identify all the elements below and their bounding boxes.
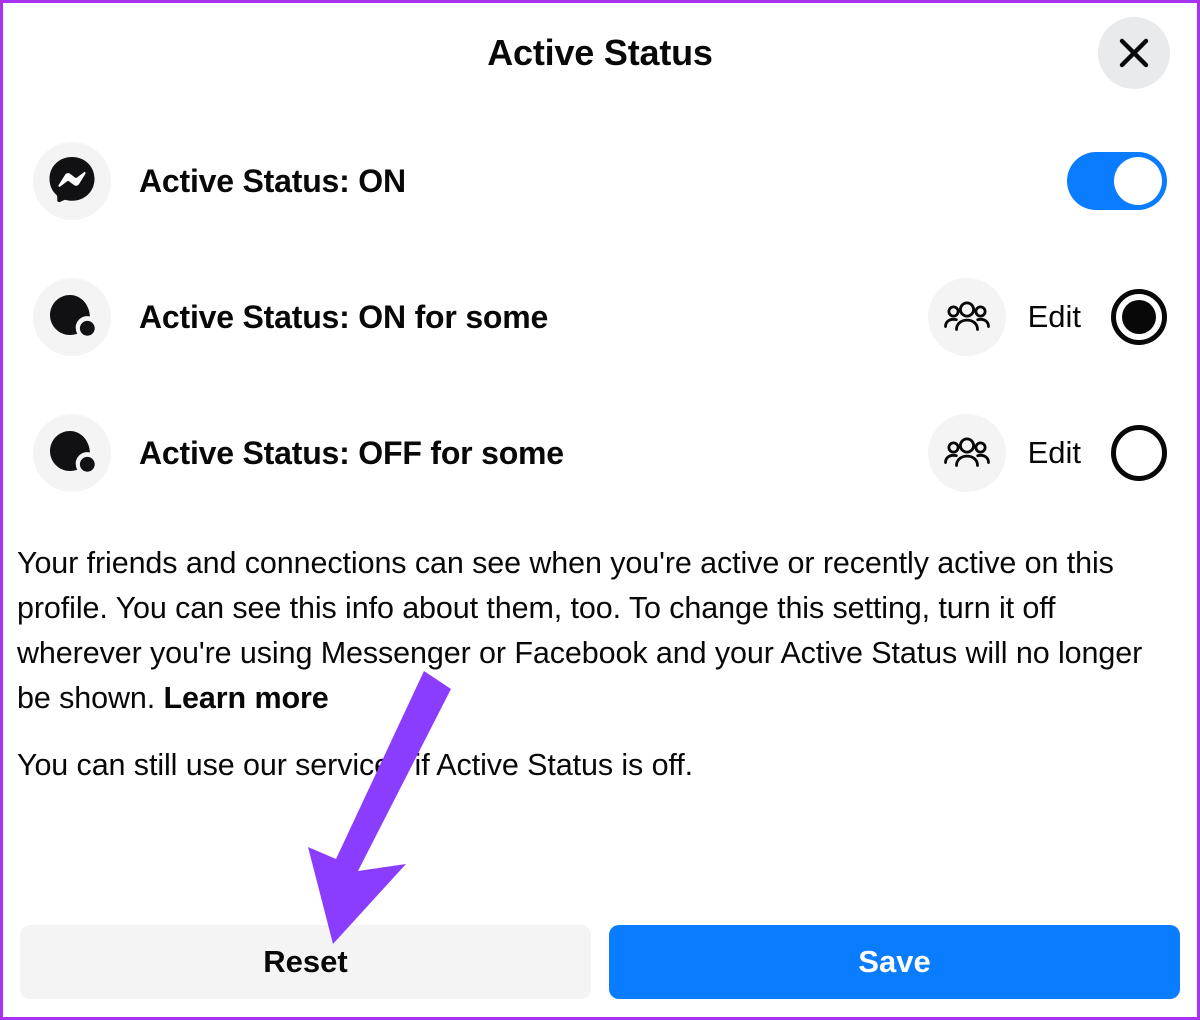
toggle-knob — [1114, 157, 1162, 205]
option-label: Active Status: ON for some — [139, 298, 549, 335]
edit-button[interactable]: Edit — [1028, 435, 1081, 471]
radio-active-status-off-for-some[interactable] — [1111, 425, 1167, 481]
active-status-dialog: Active Status Active Status: ON Active S… — [0, 0, 1200, 1020]
reset-button[interactable]: Reset — [20, 925, 591, 999]
close-button[interactable] — [1098, 17, 1170, 89]
option-trailing-controls: Edit — [927, 278, 1167, 356]
messenger-logo-icon — [33, 142, 111, 220]
dialog-header: Active Status — [3, 3, 1197, 103]
option-trailing-controls: Edit — [927, 414, 1167, 492]
learn-more-link[interactable]: Learn more — [164, 681, 329, 715]
page-title: Active Status — [487, 32, 713, 73]
option-row-active-status-on-for-some[interactable]: Active Status: ON for some Edit — [33, 267, 1167, 367]
description-block: Your friends and connections can see whe… — [3, 541, 1197, 788]
option-label: Active Status: ON — [139, 162, 406, 199]
radio-active-status-on-for-some[interactable] — [1111, 289, 1167, 345]
option-row-active-status-on[interactable]: Active Status: ON — [33, 131, 1167, 231]
option-label: Active Status: OFF for some — [139, 434, 564, 471]
options-list: Active Status: ON Active Status: ON for … — [3, 131, 1197, 503]
active-status-dot-icon — [33, 278, 111, 356]
people-group-icon[interactable] — [927, 414, 1006, 492]
people-group-icon[interactable] — [927, 278, 1006, 356]
close-icon — [1117, 36, 1151, 70]
active-status-toggle[interactable] — [1067, 152, 1167, 210]
save-button[interactable]: Save — [609, 925, 1180, 999]
option-trailing-controls — [1067, 152, 1167, 210]
active-status-dot-icon — [33, 414, 111, 492]
option-row-active-status-off-for-some[interactable]: Active Status: OFF for some Edit — [33, 403, 1167, 503]
dialog-footer: Reset Save — [3, 925, 1197, 999]
edit-button[interactable]: Edit — [1028, 299, 1081, 335]
description-paragraph-2: You can still use our services if Active… — [17, 748, 693, 782]
description-paragraph-1: Your friends and connections can see whe… — [17, 541, 1183, 721]
